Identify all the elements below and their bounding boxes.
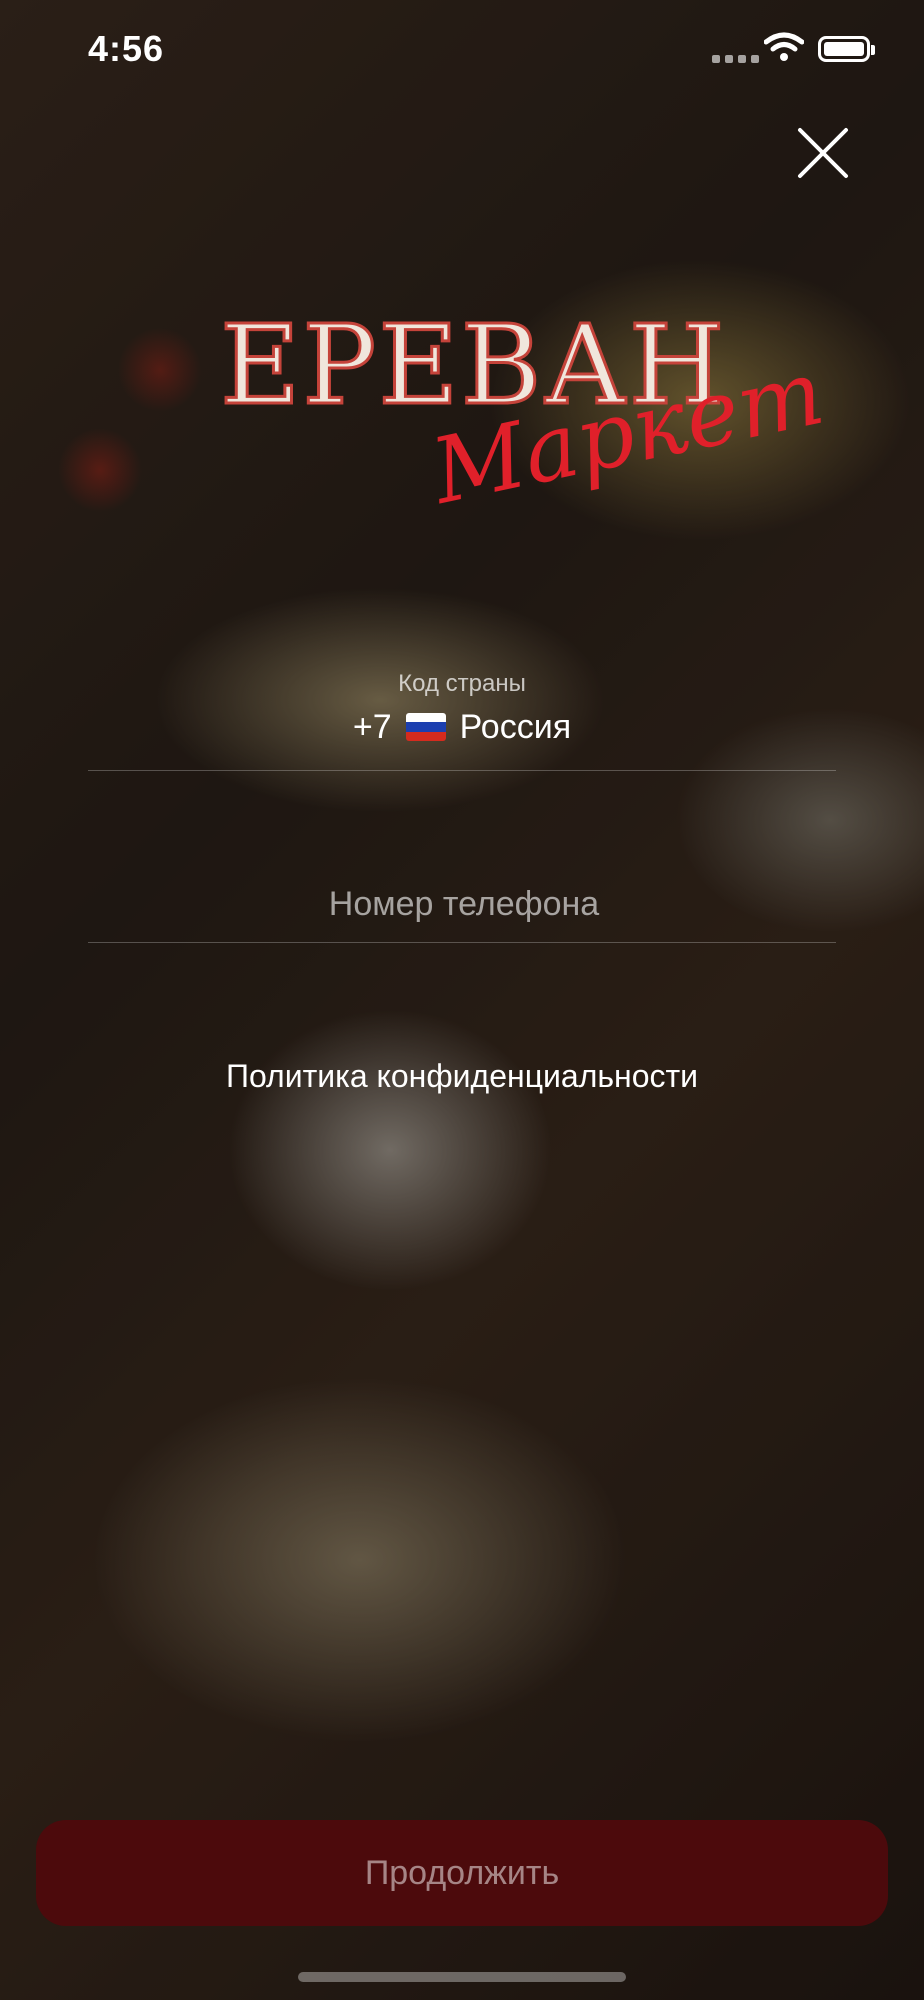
russia-flag-icon bbox=[405, 713, 446, 741]
battery-icon bbox=[818, 36, 875, 62]
phone-number-input[interactable] bbox=[88, 868, 840, 940]
continue-button-label: Продолжить bbox=[364, 1853, 560, 1892]
status-bar: 4:56 bbox=[0, 0, 924, 100]
country-code-label: Код страны bbox=[398, 670, 526, 697]
login-screen: 4:56 ЕРЕВАН Маркет Код страны +7 Россия П… bbox=[0, 0, 924, 2000]
status-time: 4:56 bbox=[88, 28, 165, 69]
privacy-policy-link[interactable]: Политика конфиденциальности bbox=[0, 1058, 924, 1095]
country-dial-code: +7 bbox=[352, 708, 392, 746]
close-icon[interactable] bbox=[796, 126, 850, 180]
continue-button[interactable]: Продолжить bbox=[36, 1820, 888, 1926]
home-indicator bbox=[298, 1972, 626, 1982]
country-selector[interactable]: +7 Россия bbox=[0, 708, 924, 747]
country-divider bbox=[88, 770, 836, 771]
country-name: Россия bbox=[459, 708, 572, 746]
phone-divider bbox=[88, 942, 836, 943]
wifi-icon bbox=[764, 32, 804, 61]
cellular-signal-icon bbox=[712, 55, 759, 63]
brand-logo: ЕРЕВАН Маркет bbox=[219, 300, 833, 570]
